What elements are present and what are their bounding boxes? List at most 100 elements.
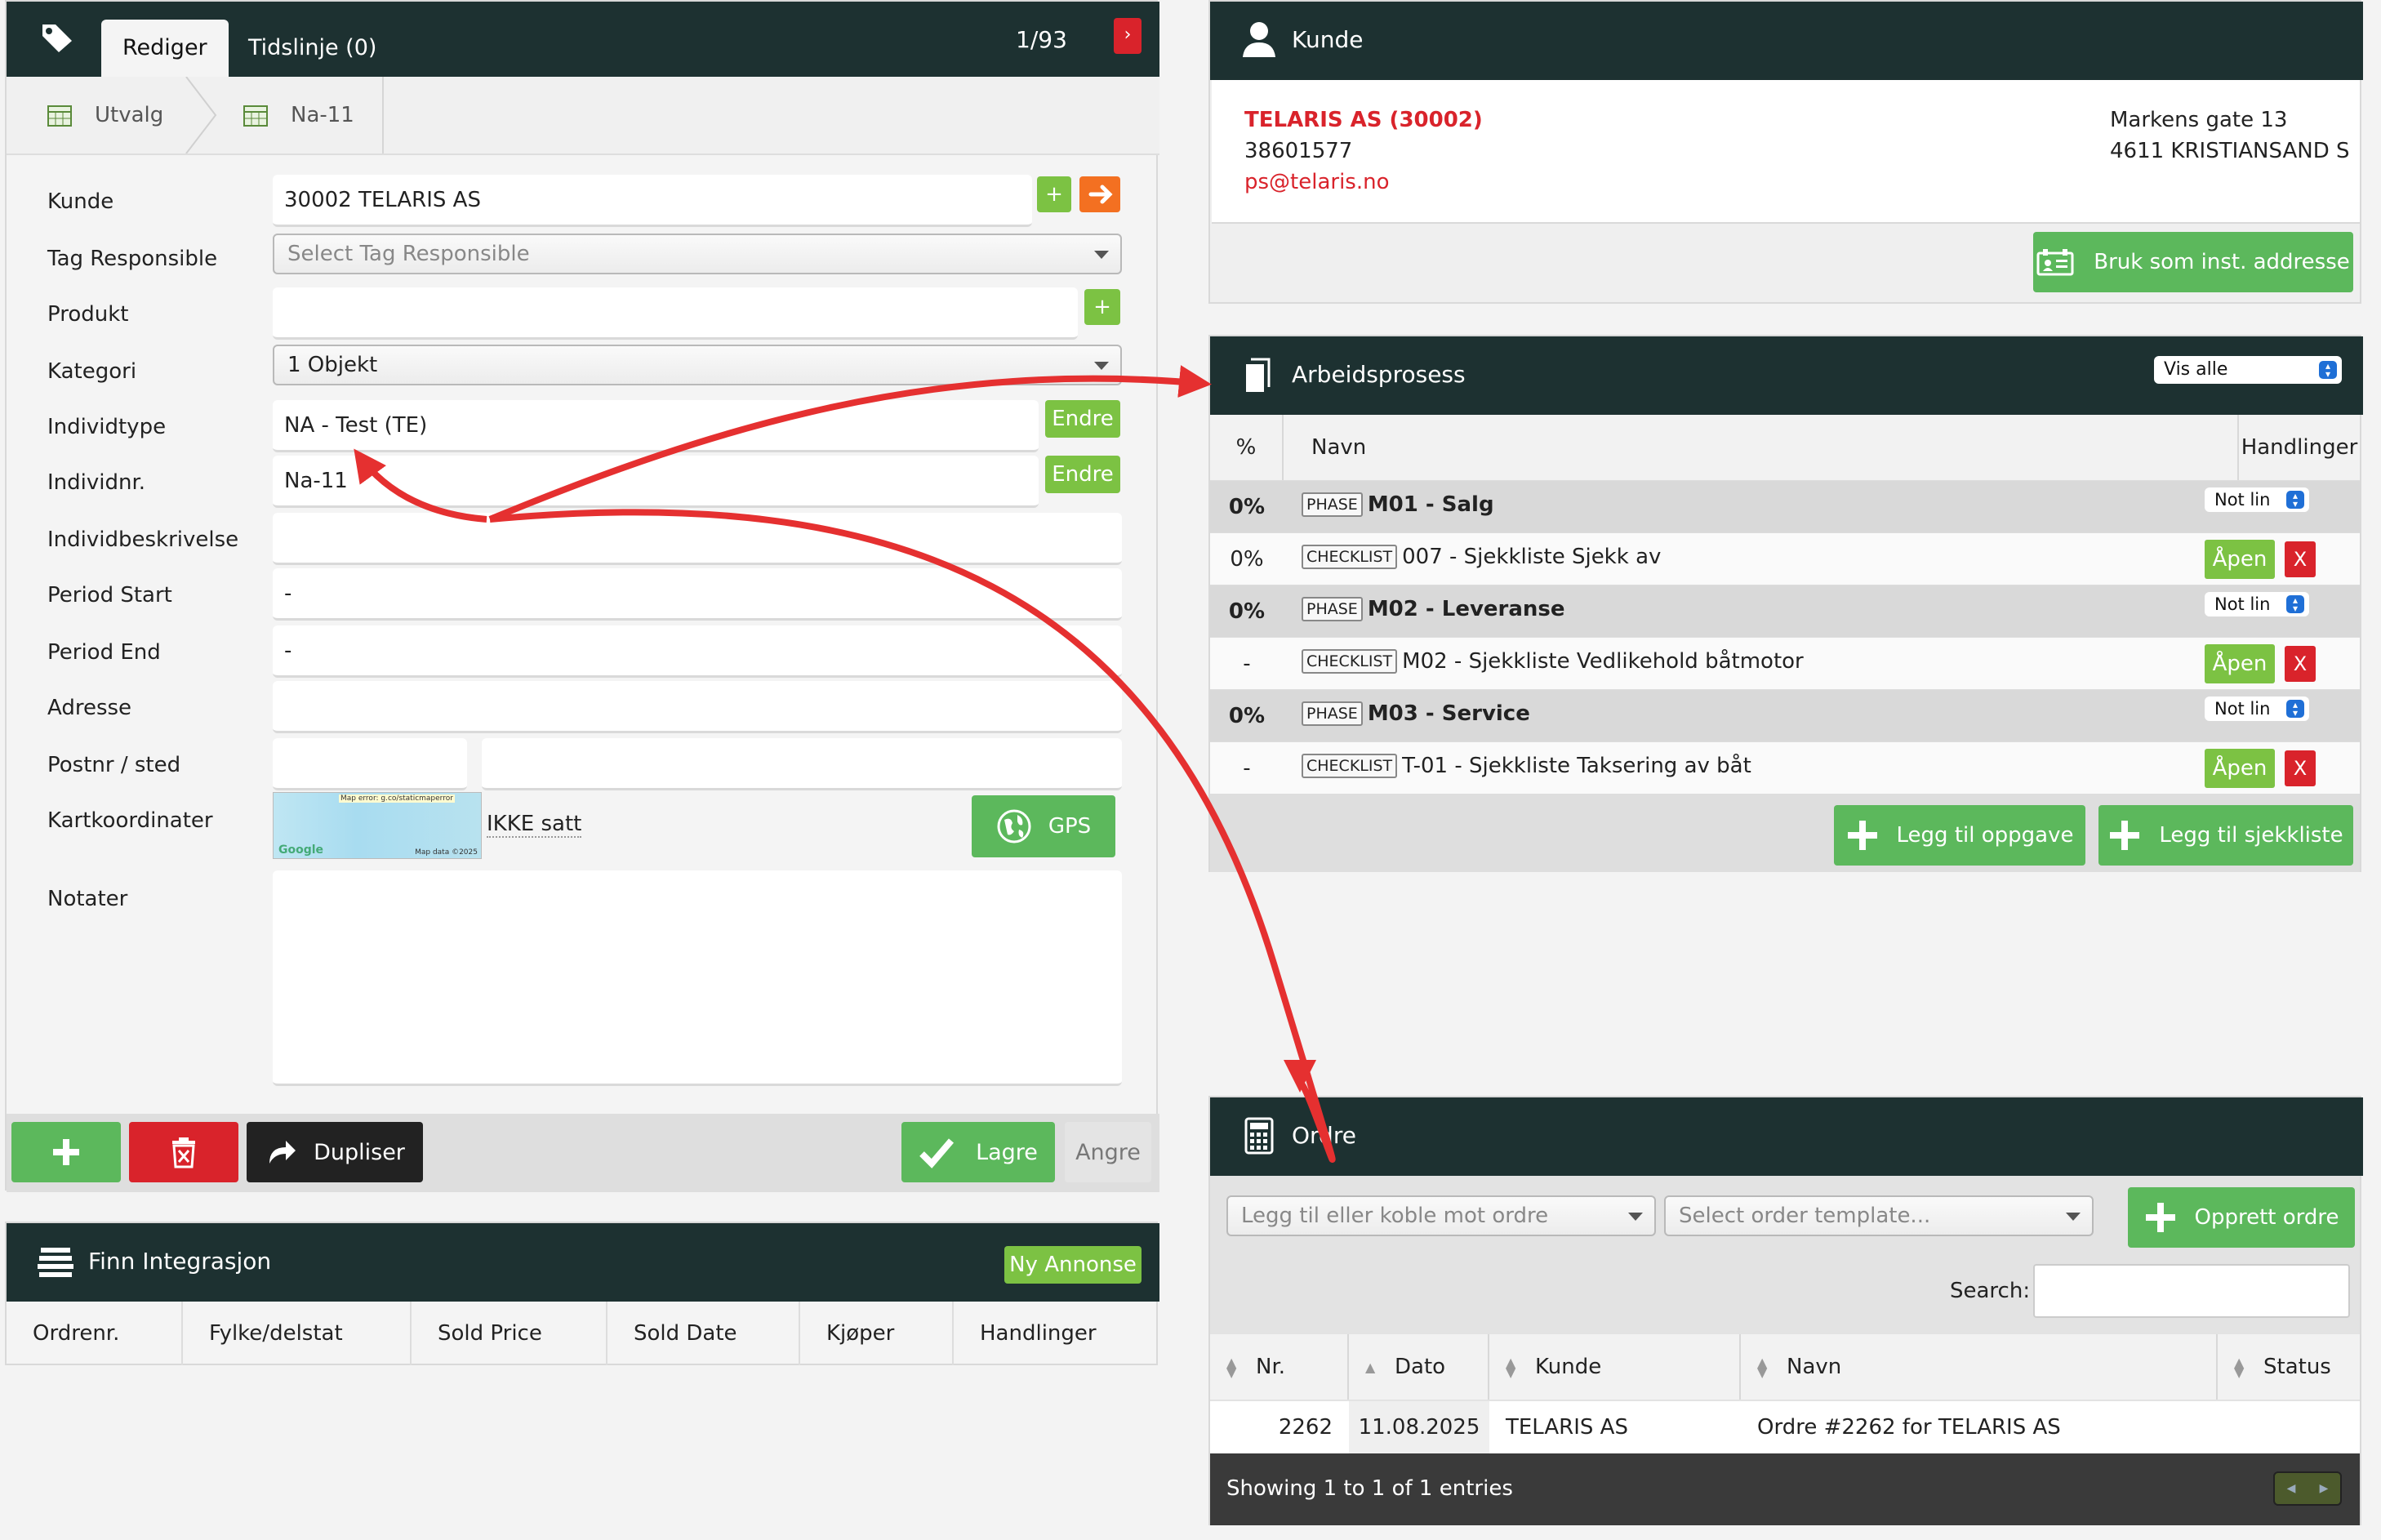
period-start-input[interactable]: - bbox=[273, 568, 1122, 621]
period-end-input[interactable]: - bbox=[273, 625, 1122, 678]
individtype-input[interactable]: NA - Test (TE) bbox=[273, 400, 1039, 452]
duplicate-button[interactable]: Dupliser bbox=[247, 1122, 423, 1182]
row-name[interactable]: CHECKLIST T-01 - Sjekkliste Taksering av … bbox=[1302, 754, 1751, 778]
customer-email-link[interactable]: ps@telaris.no bbox=[1244, 170, 1390, 194]
column-header-nr[interactable]: ▲ ▼ Nr. bbox=[1210, 1334, 1349, 1400]
add-checklist-button[interactable]: Legg til sjekkliste bbox=[2098, 805, 2353, 866]
column-header-ordrenr[interactable]: Ordrenr. bbox=[7, 1302, 183, 1365]
row-name[interactable]: CHECKLIST M02 - Sjekkliste Vedlikehold bå… bbox=[1302, 649, 1804, 674]
column-header-kunde[interactable]: ▲ ▼ Kunde bbox=[1489, 1334, 1741, 1400]
gps-button[interactable]: GPS bbox=[972, 795, 1115, 857]
produkt-label: Produkt bbox=[47, 302, 129, 327]
column-header-status[interactable]: ▲ ▼ Status bbox=[2218, 1334, 2360, 1400]
individnr-input[interactable]: Na-11 bbox=[273, 456, 1039, 508]
breadcrumb-item-current[interactable]: Na-11 bbox=[243, 77, 354, 154]
row-title: 007 - Sjekkliste Sjekk av bbox=[1402, 545, 1662, 569]
column-header-fylke[interactable]: Fylke/delstat bbox=[183, 1302, 412, 1365]
column-header-sold-date[interactable]: Sold Date bbox=[607, 1302, 800, 1365]
cancel-button[interactable]: Angre bbox=[1065, 1122, 1151, 1182]
tab-rediger[interactable]: Rediger bbox=[101, 20, 229, 77]
sted-input[interactable] bbox=[482, 738, 1122, 790]
workflow-filter-select[interactable]: Vis alle ▴ ▾ bbox=[2154, 356, 2342, 384]
finn-title: Finn Integrasjon bbox=[88, 1248, 272, 1275]
phase-link-select[interactable]: Not lin ▴ ▾ bbox=[2205, 592, 2309, 616]
phase-link-select[interactable]: Not lin ▴ ▾ bbox=[2205, 697, 2309, 721]
row-name[interactable]: PHASE M01 - Salg bbox=[1302, 492, 1494, 517]
open-checklist-button[interactable]: Åpen bbox=[2205, 644, 2275, 683]
order-date: 11.08.2025 bbox=[1349, 1401, 1489, 1453]
trash-icon bbox=[172, 1137, 195, 1168]
pagination[interactable]: ◀ ▶ bbox=[2273, 1471, 2342, 1506]
notater-textarea[interactable] bbox=[273, 870, 1122, 1086]
open-checklist-button[interactable]: Åpen bbox=[2205, 749, 2275, 788]
share-arrow-icon bbox=[269, 1141, 296, 1164]
breadcrumb-label: Utvalg bbox=[95, 103, 164, 127]
customer-name-link[interactable]: TELARIS AS (30002) bbox=[1244, 108, 1483, 132]
new-ad-button[interactable]: Ny Annonse bbox=[1004, 1246, 1142, 1284]
order-template-placeholder: Select order template... bbox=[1679, 1204, 1931, 1228]
tag-responsible-select[interactable]: Select Tag Responsible bbox=[273, 234, 1122, 274]
row-name[interactable]: CHECKLIST 007 - Sjekkliste Sjekk av bbox=[1302, 545, 1661, 569]
individbeskrivelse-input[interactable] bbox=[273, 513, 1122, 565]
customer-panel-title: Kunde bbox=[1292, 26, 1364, 53]
delete-row-button[interactable]: X bbox=[2285, 750, 2316, 786]
postnr-input[interactable] bbox=[273, 738, 467, 790]
gps-label: GPS bbox=[1048, 814, 1092, 839]
period-end-label: Period End bbox=[47, 640, 161, 665]
delete-button[interactable] bbox=[129, 1122, 238, 1182]
row-title: M02 - Leveranse bbox=[1367, 597, 1565, 621]
table-icon bbox=[243, 105, 268, 127]
order-status bbox=[2234, 1401, 2360, 1453]
endre-individtype-button[interactable]: Endre bbox=[1045, 400, 1120, 438]
map-thumbnail[interactable]: Map error: g.co/staticmaperror Google Ma… bbox=[273, 792, 482, 859]
postnr-sted-label: Postnr / sted bbox=[47, 753, 181, 777]
kunde-input[interactable]: 30002 TELARIS AS bbox=[273, 175, 1032, 227]
column-header-handlinger[interactable]: Handlinger bbox=[954, 1302, 1158, 1365]
add-product-button[interactable]: + bbox=[1084, 289, 1120, 325]
search-input[interactable] bbox=[2033, 1264, 2350, 1318]
phase-link-value: Not lin bbox=[2214, 594, 2271, 614]
next-page-icon[interactable]: ▶ bbox=[2308, 1473, 2340, 1504]
add-customer-button[interactable]: + bbox=[1037, 176, 1071, 212]
add-button[interactable] bbox=[11, 1122, 121, 1182]
breadcrumb-item-utvalg[interactable]: Utvalg bbox=[47, 77, 163, 154]
select-spinner-icon: ▴ ▾ bbox=[2286, 595, 2304, 613]
stack-icon bbox=[38, 1248, 73, 1277]
produkt-input[interactable] bbox=[273, 287, 1078, 340]
table-row[interactable]: 2262 11.08.2025 TELARIS AS Ordre #2262 f… bbox=[1210, 1401, 2360, 1453]
endre-individnr-button[interactable]: Endre bbox=[1045, 456, 1120, 493]
tag-responsible-label: Tag Responsible bbox=[47, 247, 218, 271]
kategori-label: Kategori bbox=[47, 359, 137, 384]
column-header-navn: Navn bbox=[1284, 415, 2239, 480]
order-template-select[interactable]: Select order template... bbox=[1664, 1195, 2094, 1236]
row-percent: - bbox=[1243, 652, 1251, 676]
adresse-input[interactable] bbox=[273, 681, 1122, 733]
column-header-navn[interactable]: ▲ ▼ Navn bbox=[1741, 1334, 2218, 1400]
open-checklist-button[interactable]: Åpen bbox=[2205, 540, 2275, 579]
row-name[interactable]: PHASE M02 - Leveranse bbox=[1302, 597, 1565, 621]
delete-row-button[interactable]: X bbox=[2285, 541, 2316, 577]
row-percent: 0% bbox=[1230, 547, 1264, 572]
kategori-select[interactable]: 1 Objekt bbox=[273, 345, 1122, 385]
previous-page-icon[interactable]: ◀ bbox=[2275, 1473, 2308, 1504]
column-header-sold-price[interactable]: Sold Price bbox=[412, 1302, 607, 1365]
breadcrumb-chevron-icon bbox=[185, 77, 217, 154]
phase-link-select[interactable]: Not lin ▴ ▾ bbox=[2205, 487, 2309, 512]
row-name[interactable]: PHASE M03 - Service bbox=[1302, 701, 1530, 726]
coordinates-status[interactable]: IKKE satt bbox=[487, 812, 582, 838]
table-row: - CHECKLIST M02 - Sjekkliste Vedlikehold … bbox=[1210, 637, 2360, 689]
delete-row-button[interactable]: X bbox=[2285, 646, 2316, 682]
tab-tidslinje[interactable]: Tidslinje (0) bbox=[227, 20, 398, 77]
chevron-down-icon bbox=[1094, 251, 1109, 259]
column-header-kjoper[interactable]: Kjøper bbox=[800, 1302, 954, 1365]
link-order-select[interactable]: Legg til eller koble mot ordre bbox=[1226, 1195, 1656, 1236]
use-as-install-address-button[interactable]: Bruk som inst. addresse bbox=[2033, 232, 2353, 292]
row-percent: 0% bbox=[1228, 704, 1266, 728]
column-header-dato[interactable]: ▲ Dato bbox=[1349, 1334, 1489, 1400]
goto-customer-button[interactable] bbox=[1079, 176, 1120, 212]
next-record-button[interactable]: › bbox=[1114, 18, 1142, 54]
order-panel-header: Ordre bbox=[1210, 1097, 2363, 1176]
add-task-button[interactable]: Legg til oppgave bbox=[1834, 805, 2085, 866]
save-button[interactable]: Lagre bbox=[901, 1122, 1055, 1182]
create-order-button[interactable]: Opprett ordre bbox=[2128, 1187, 2355, 1248]
